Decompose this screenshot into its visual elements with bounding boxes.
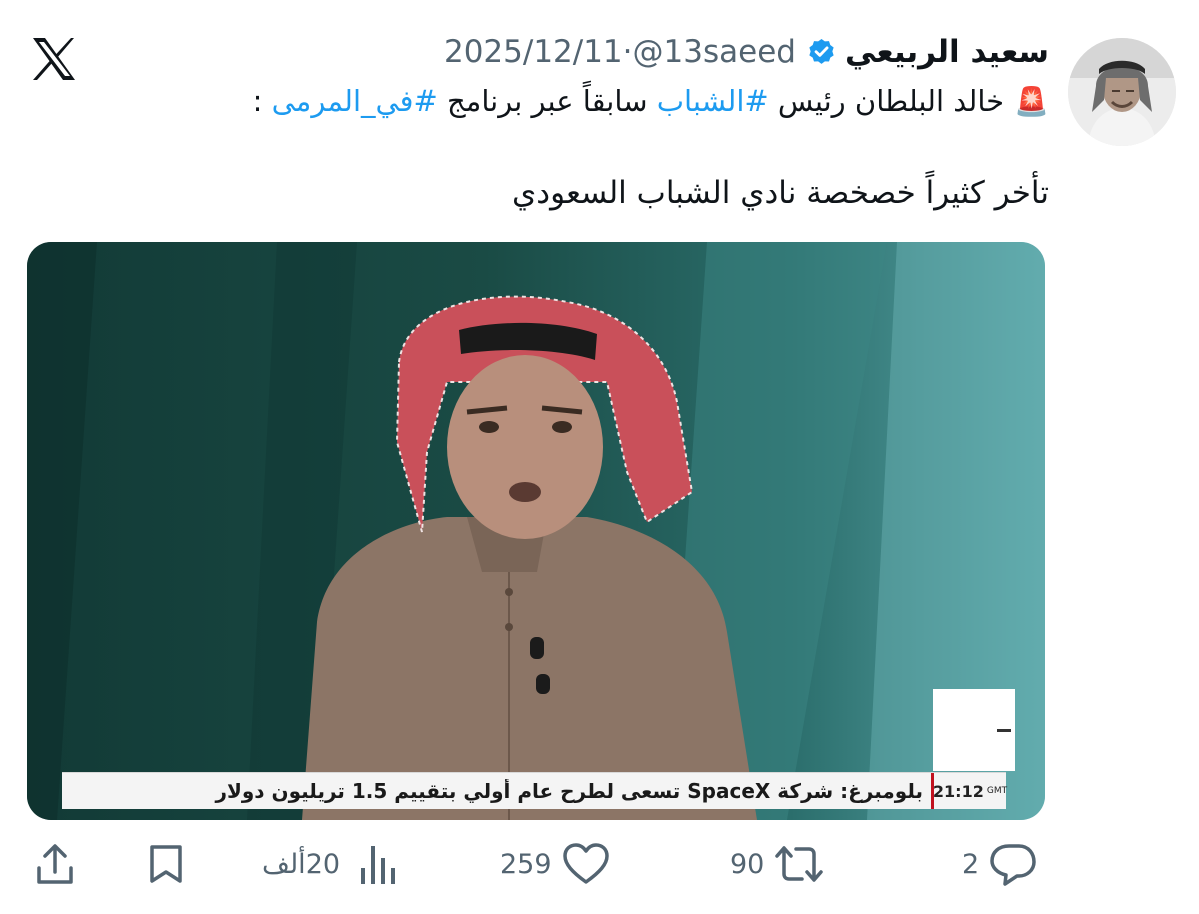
tweet-text-segment: خالد البلطان رئيس — [768, 84, 1005, 118]
like-count: 259 — [500, 848, 552, 880]
siren-emoji: 🚨 — [1014, 84, 1049, 118]
share-button[interactable] — [35, 842, 75, 886]
tweet-text-line-2: تأخر كثيراً خصخصة نادي الشباب السعودي — [512, 175, 1049, 211]
retweet-count: 90 — [730, 848, 765, 880]
views-count: 20ألف — [262, 848, 341, 880]
retweet-button[interactable]: 90 — [730, 842, 824, 886]
tweet-text-segment: : — [252, 84, 272, 118]
author-handle[interactable]: @13saeed — [633, 34, 796, 70]
tweet-header: سعيد الربيعي 2025/12/11·@13saeed — [444, 34, 1049, 70]
like-button[interactable]: 259 — [500, 842, 610, 886]
broadcast-graphic-box — [933, 689, 1015, 771]
post-date[interactable]: 2025/12/11 — [444, 34, 623, 70]
author-name[interactable]: سعيد الربيعي — [845, 34, 1049, 70]
views-chart-icon — [358, 842, 398, 886]
bookmark-icon — [148, 844, 184, 884]
share-icon — [35, 842, 75, 886]
views-button[interactable]: 20ألف — [262, 842, 398, 886]
bookmark-button[interactable] — [148, 844, 184, 884]
ticker-time: 21:12 GMT — [931, 773, 1008, 809]
broadcast-graphic-dash — [997, 729, 1011, 732]
author-avatar[interactable] — [1068, 38, 1176, 146]
ticker-time-zone: GMT — [986, 786, 1008, 796]
heart-icon — [562, 842, 610, 886]
hashtag-link[interactable]: #في_المرمى — [272, 84, 438, 118]
tweet-meta: 2025/12/11·@13saeed — [444, 34, 796, 70]
ticker-text: بلومبرغ: شركة SpaceX تسعى لطرح عام أولي … — [215, 779, 923, 803]
hashtag-link[interactable]: #الشباب — [657, 84, 769, 118]
reply-count: 2 — [962, 848, 980, 880]
ticker-time-value: 21:12 — [932, 781, 984, 801]
reply-button[interactable]: 2 — [962, 842, 1037, 886]
meta-separator: · — [622, 34, 633, 70]
tweet-text-line-1: 🚨 خالد البلطان رئيس #الشباب سابقاً عبر ب… — [253, 84, 1049, 118]
verified-badge-icon — [806, 37, 837, 68]
reply-icon — [989, 842, 1037, 886]
x-logo-icon[interactable] — [30, 35, 78, 83]
retweet-icon — [774, 842, 824, 886]
news-ticker: 21:12 GMT بلومبرغ: شركة SpaceX تسعى لطرح … — [62, 772, 1008, 809]
tweet-actions-bar: 2 90 259 20ألف — [0, 838, 1199, 894]
tweet-text-segment: سابقاً عبر برنامج — [437, 84, 657, 118]
tweet-media-image[interactable] — [27, 242, 1045, 820]
